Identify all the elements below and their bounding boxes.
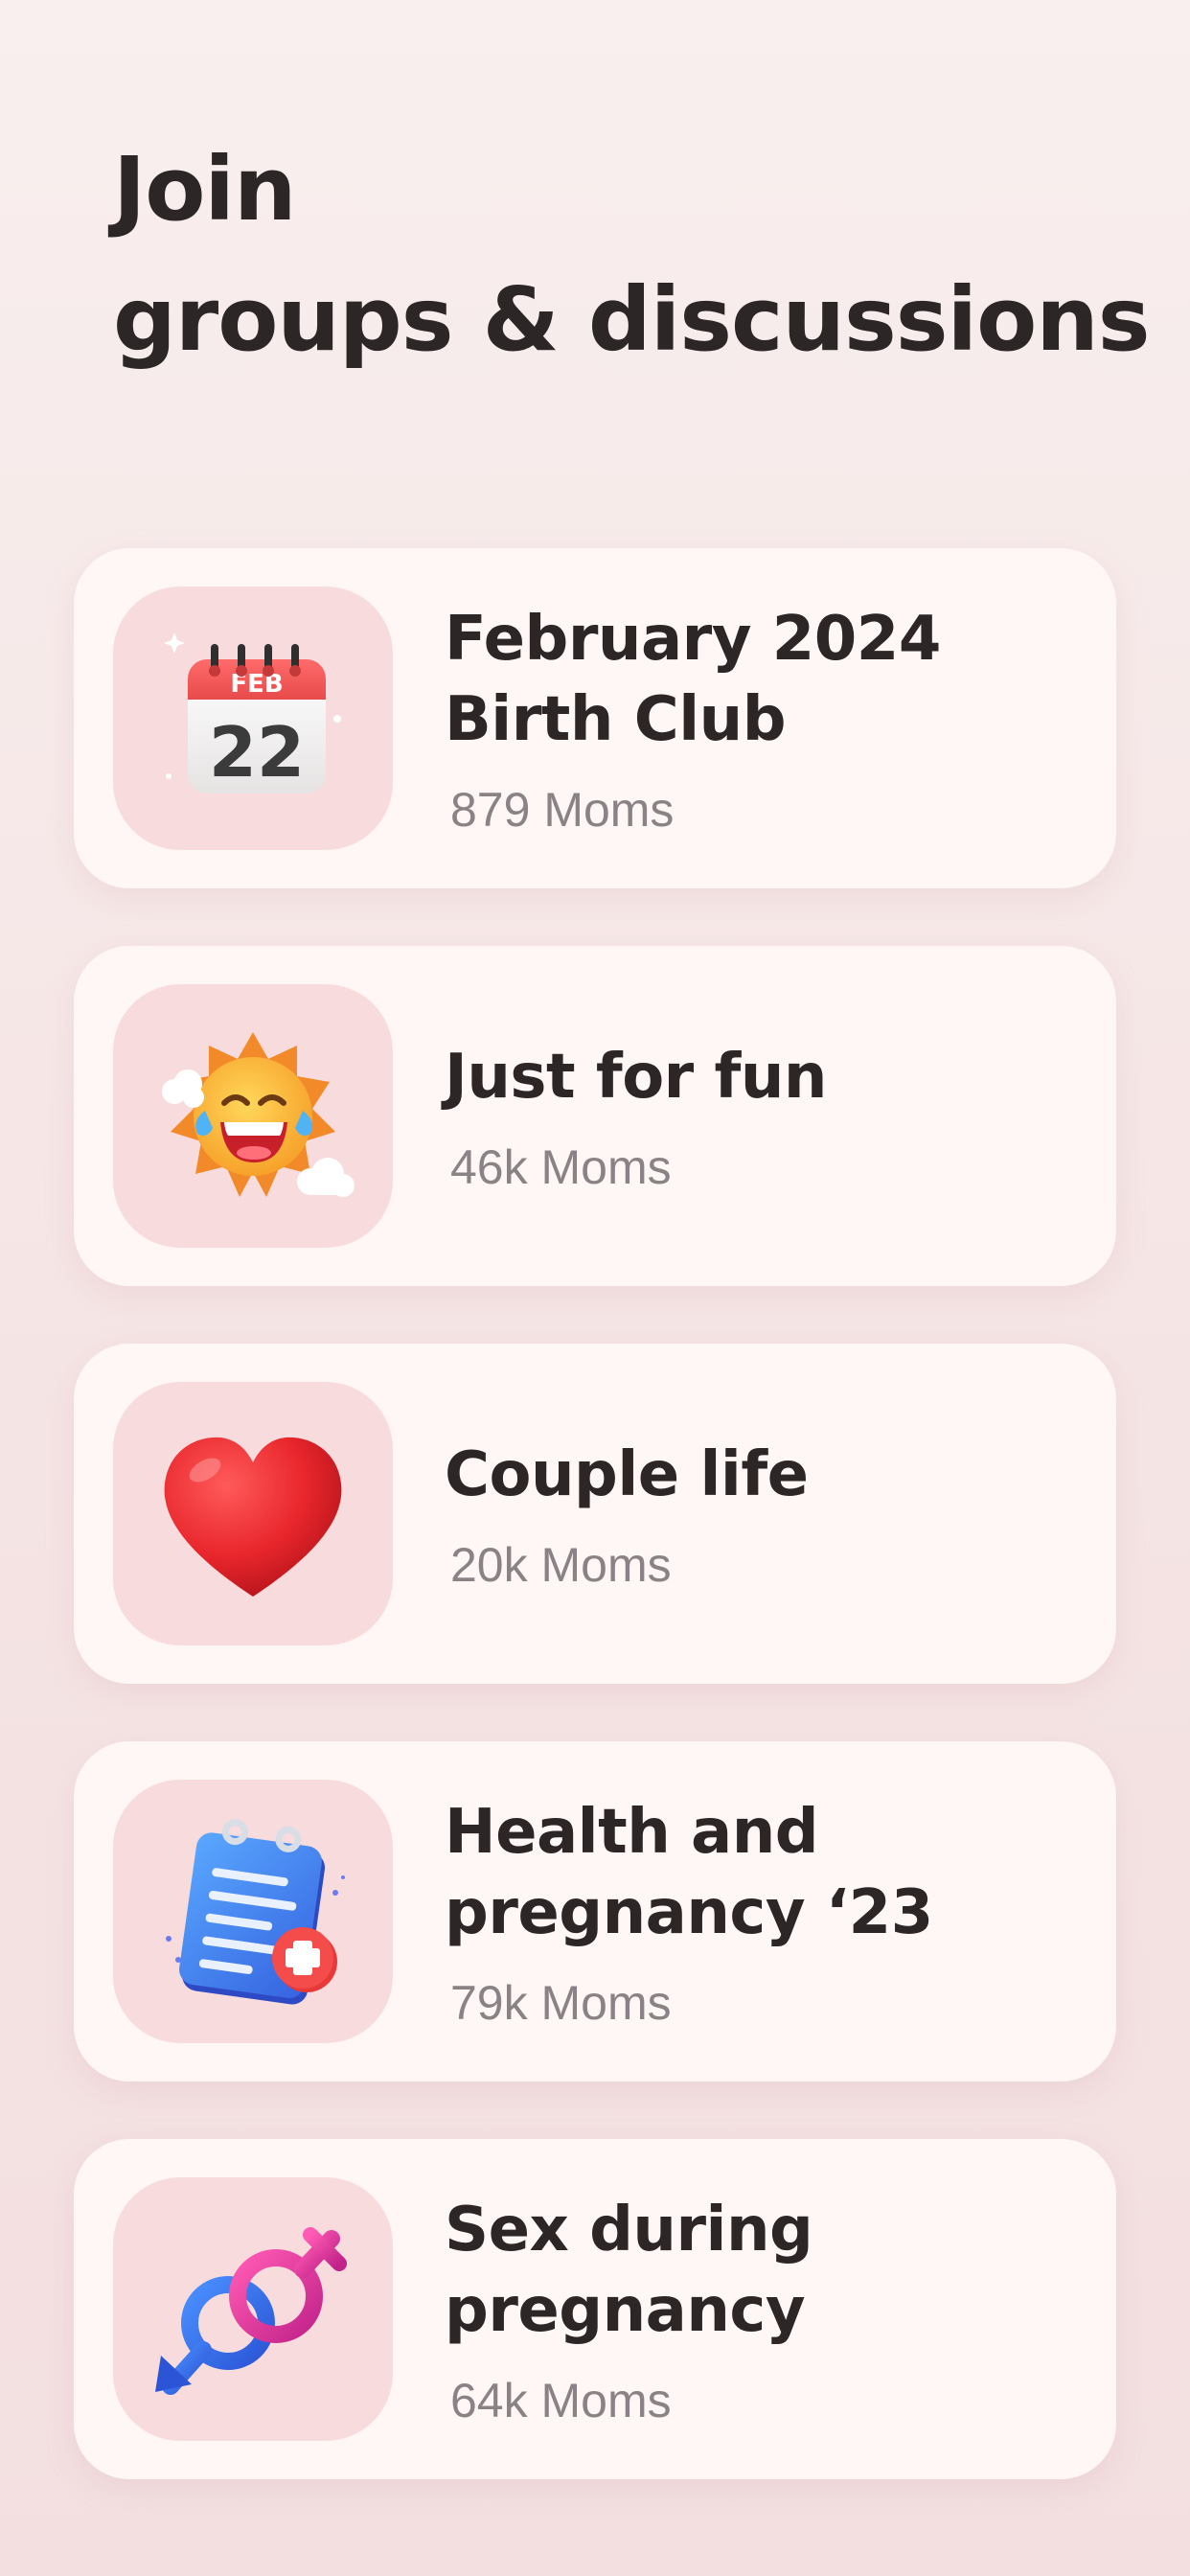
calendar-icon: FEB 22 [164, 632, 341, 794]
group-title: Just for fun [445, 1041, 827, 1113]
group-icon-tile [113, 984, 393, 1248]
group-card-text: Couple life 20k Moms [445, 1344, 1078, 1684]
group-card-text: Just for fun 46k Moms [445, 946, 1078, 1286]
group-icon-tile [113, 1780, 393, 2043]
group-member-count: 46k Moms [450, 1139, 672, 1194]
group-card-health-pregnancy[interactable]: Health and pregnancy ‘23 79k Moms [74, 1741, 1116, 2082]
group-card-birth-club[interactable]: FEB 22 February 2024 Birth Club 879 Moms [74, 548, 1116, 888]
group-card-sex-during-pregnancy[interactable]: Sex during pregnancy 64k Moms [74, 2139, 1116, 2479]
laughing-sun-icon [162, 1031, 355, 1197]
group-card-text: February 2024 Birth Club 879 Moms [445, 548, 1078, 888]
group-icon-tile [113, 1382, 393, 1645]
group-card-text: Sex during pregnancy 64k Moms [445, 2139, 1078, 2479]
group-card-text: Health and pregnancy ‘23 79k Moms [445, 1741, 1078, 2082]
group-icon-tile [113, 2177, 393, 2441]
group-icon-tile: FEB 22 [113, 586, 393, 850]
page-title-line-2: groups & discussions [113, 268, 1151, 371]
group-member-count: 79k Moms [450, 1975, 672, 2030]
page-title: Join groups & discussions [113, 125, 1151, 385]
group-title: Health and pregnancy ‘23 [445, 1796, 933, 1948]
gender-symbols-icon [155, 2226, 347, 2395]
heart-icon [164, 1437, 342, 1597]
group-title: February 2024 Birth Club [445, 603, 941, 755]
group-member-count: 879 Moms [450, 782, 675, 837]
group-card-couple-life[interactable]: Couple life 20k Moms [74, 1344, 1116, 1684]
group-card-just-for-fun[interactable]: Just for fun 46k Moms [74, 946, 1116, 1286]
group-member-count: 20k Moms [450, 1537, 672, 1592]
svg-text:22: 22 [209, 712, 305, 793]
group-title: Sex during pregnancy [445, 2194, 813, 2346]
page-title-line-1: Join [113, 138, 296, 241]
group-title: Couple life [445, 1438, 809, 1510]
group-member-count: 64k Moms [450, 2373, 672, 2427]
medical-notepad-icon [166, 1818, 345, 2005]
group-list: FEB 22 February 2024 Birth Club 879 Moms… [74, 548, 1116, 2479]
